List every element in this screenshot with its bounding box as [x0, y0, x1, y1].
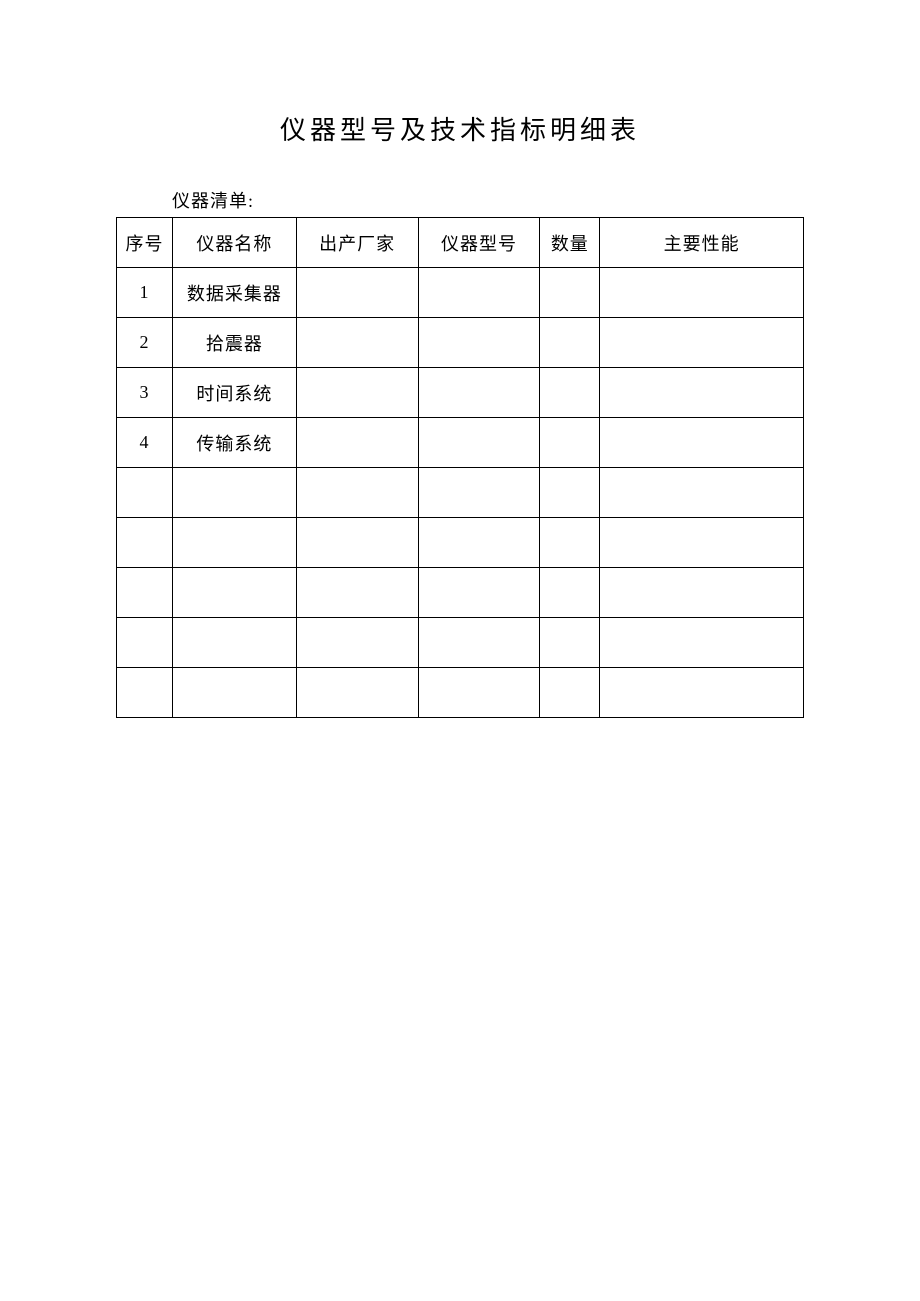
- header-manufacturer: 出产厂家: [296, 218, 418, 268]
- cell-name: 数据采集器: [172, 268, 296, 318]
- cell-performance: [600, 518, 804, 568]
- cell-model: [418, 618, 540, 668]
- cell-name: 传输系统: [172, 418, 296, 468]
- page-title: 仪器型号及技术指标明细表: [0, 110, 920, 147]
- cell-model: [418, 418, 540, 468]
- cell-seq: 3: [117, 368, 173, 418]
- cell-seq: [117, 618, 173, 668]
- cell-seq: 4: [117, 418, 173, 468]
- cell-seq: [117, 518, 173, 568]
- cell-performance: [600, 318, 804, 368]
- table-row: 1 数据采集器: [117, 268, 804, 318]
- cell-quantity: [540, 468, 600, 518]
- table-row: [117, 668, 804, 718]
- cell-performance: [600, 368, 804, 418]
- cell-name: [172, 668, 296, 718]
- cell-quantity: [540, 418, 600, 468]
- cell-quantity: [540, 568, 600, 618]
- cell-performance: [600, 668, 804, 718]
- table-row: [117, 468, 804, 518]
- cell-quantity: [540, 268, 600, 318]
- cell-name: [172, 468, 296, 518]
- header-model: 仪器型号: [418, 218, 540, 268]
- cell-name: 时间系统: [172, 368, 296, 418]
- cell-quantity: [540, 368, 600, 418]
- cell-name: [172, 618, 296, 668]
- cell-name: 拾震器: [172, 318, 296, 368]
- cell-quantity: [540, 518, 600, 568]
- cell-performance: [600, 568, 804, 618]
- cell-seq: 1: [117, 268, 173, 318]
- cell-performance: [600, 618, 804, 668]
- cell-quantity: [540, 668, 600, 718]
- header-seq: 序号: [117, 218, 173, 268]
- cell-model: [418, 268, 540, 318]
- table-row: 2 拾震器: [117, 318, 804, 368]
- cell-manufacturer: [296, 268, 418, 318]
- table-row: [117, 518, 804, 568]
- cell-manufacturer: [296, 618, 418, 668]
- cell-model: [418, 468, 540, 518]
- table-row: [117, 568, 804, 618]
- cell-manufacturer: [296, 318, 418, 368]
- cell-seq: [117, 468, 173, 518]
- table-container: 序号 仪器名称 出产厂家 仪器型号 数量 主要性能 1 数据采集器 2 拾震器: [116, 217, 804, 718]
- subtitle-label: 仪器清单:: [172, 187, 920, 213]
- cell-manufacturer: [296, 418, 418, 468]
- cell-performance: [600, 468, 804, 518]
- instrument-table: 序号 仪器名称 出产厂家 仪器型号 数量 主要性能 1 数据采集器 2 拾震器: [116, 217, 804, 718]
- table-row: 3 时间系统: [117, 368, 804, 418]
- cell-manufacturer: [296, 368, 418, 418]
- cell-manufacturer: [296, 468, 418, 518]
- cell-seq: 2: [117, 318, 173, 368]
- cell-seq: [117, 668, 173, 718]
- cell-quantity: [540, 618, 600, 668]
- cell-performance: [600, 418, 804, 468]
- cell-model: [418, 318, 540, 368]
- cell-model: [418, 518, 540, 568]
- header-name: 仪器名称: [172, 218, 296, 268]
- cell-manufacturer: [296, 518, 418, 568]
- cell-manufacturer: [296, 668, 418, 718]
- header-performance: 主要性能: [600, 218, 804, 268]
- table-header-row: 序号 仪器名称 出产厂家 仪器型号 数量 主要性能: [117, 218, 804, 268]
- cell-performance: [600, 268, 804, 318]
- table-row: [117, 618, 804, 668]
- cell-model: [418, 368, 540, 418]
- header-quantity: 数量: [540, 218, 600, 268]
- cell-quantity: [540, 318, 600, 368]
- cell-seq: [117, 568, 173, 618]
- table-row: 4 传输系统: [117, 418, 804, 468]
- cell-manufacturer: [296, 568, 418, 618]
- cell-name: [172, 518, 296, 568]
- cell-model: [418, 568, 540, 618]
- cell-name: [172, 568, 296, 618]
- cell-model: [418, 668, 540, 718]
